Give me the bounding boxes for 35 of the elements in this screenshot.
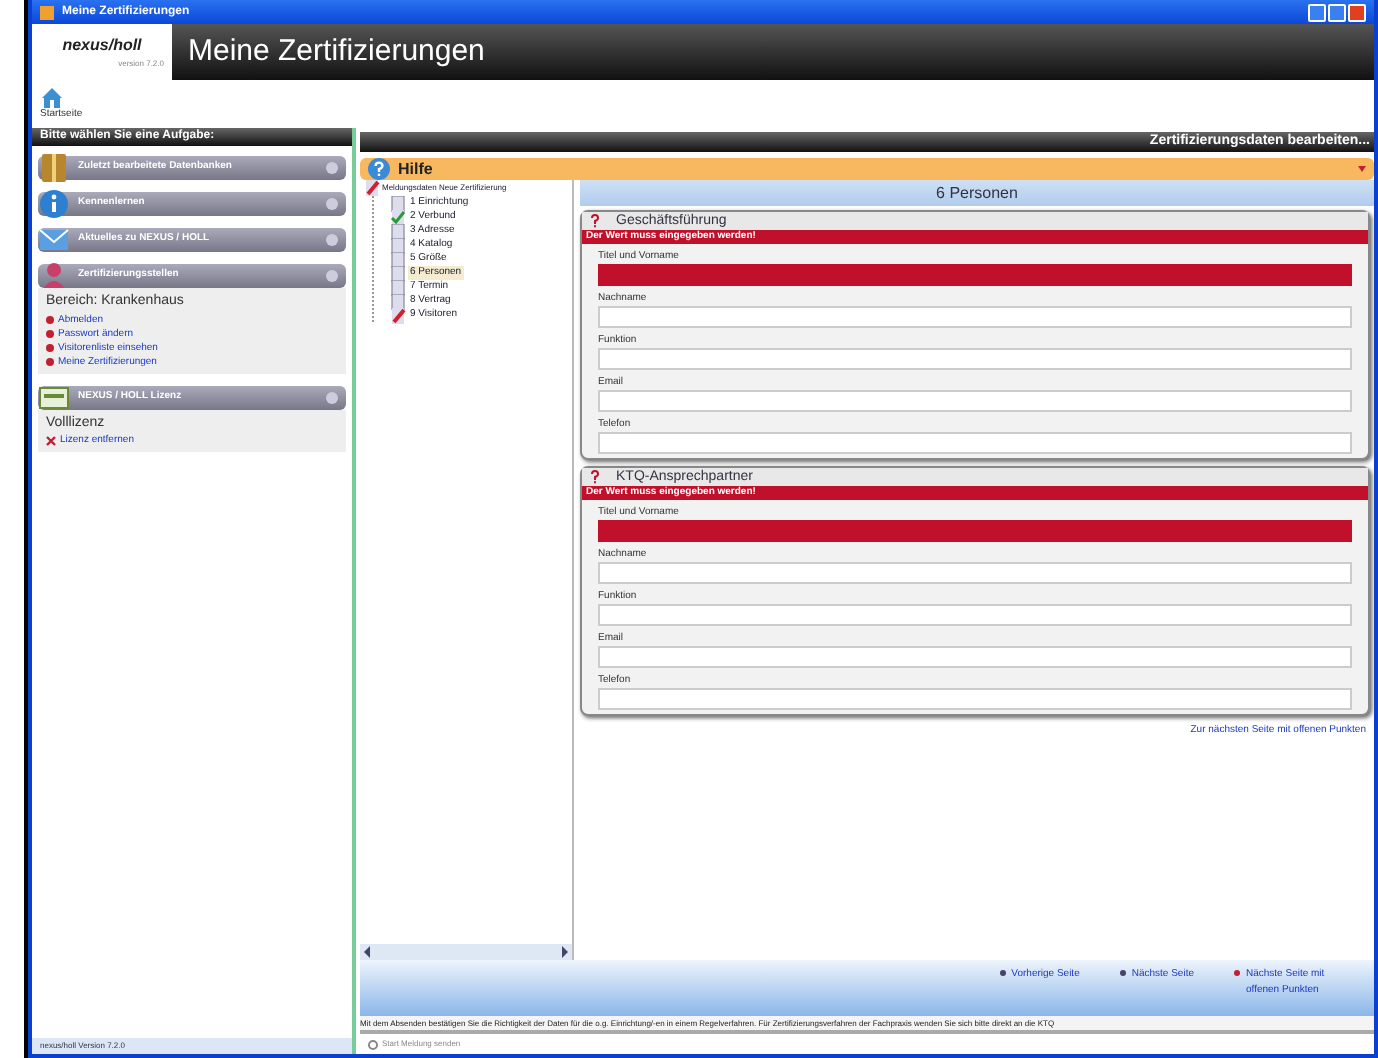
horizontal-scrollbar[interactable] <box>360 944 572 960</box>
logo: nexus/holl <box>62 34 142 58</box>
bullet-icon <box>46 344 54 352</box>
input-field[interactable] <box>598 264 1352 286</box>
collapse-icon <box>326 391 338 403</box>
collapse-icon <box>326 234 338 246</box>
cross-icon <box>46 436 56 446</box>
close-button[interactable] <box>1348 3 1366 21</box>
book-icon <box>38 152 70 184</box>
maximize-button[interactable] <box>1328 3 1346 21</box>
page-title-bar: 6 Personen <box>580 180 1374 206</box>
input-field[interactable] <box>598 520 1352 542</box>
collapse-icon <box>326 162 338 174</box>
envelope-icon <box>38 224 70 256</box>
help-title: Hilfe <box>398 157 435 181</box>
app-icon <box>40 5 54 19</box>
bullet-icon <box>1234 970 1240 976</box>
bullet-icon <box>46 358 54 366</box>
collapse-icon <box>326 198 338 210</box>
bullet-icon <box>46 316 54 324</box>
pencil-document-icon <box>364 180 380 196</box>
help-bar[interactable]: Hilfe <box>360 158 1374 180</box>
bullet-icon <box>46 330 54 338</box>
header-title: Meine Zertifizierungen <box>188 31 485 72</box>
info-icon <box>38 188 70 220</box>
collapse-icon <box>326 270 338 282</box>
minimize-button[interactable] <box>1308 3 1326 21</box>
home-icon[interactable] <box>40 86 64 108</box>
bullet-icon <box>999 970 1006 976</box>
collapse-icon <box>1358 166 1366 172</box>
send-icon <box>368 1039 378 1049</box>
question-icon <box>590 214 600 228</box>
question-icon <box>590 470 600 484</box>
bullet-icon <box>1119 970 1126 976</box>
certificate-icon <box>38 381 70 413</box>
